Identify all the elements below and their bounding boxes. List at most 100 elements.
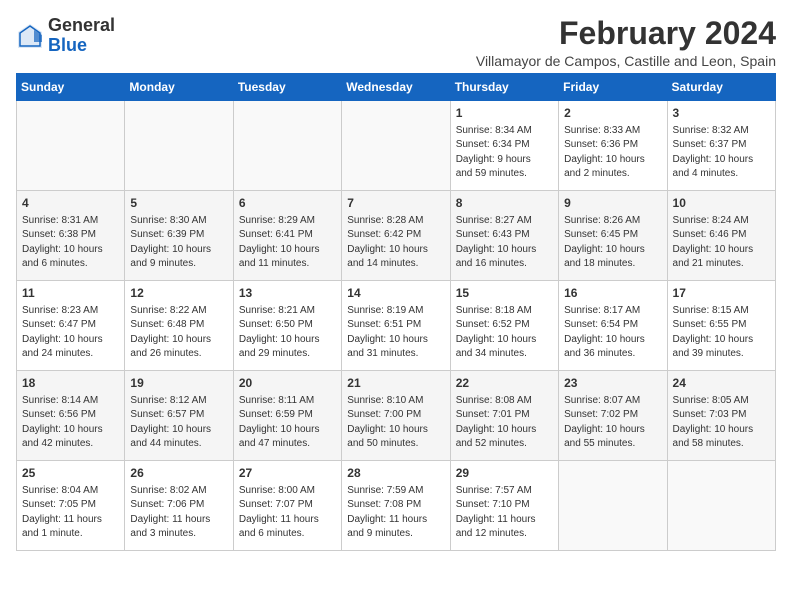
day-info: Sunrise: 7:57 AM Sunset: 7:10 PM Dayligh… xyxy=(456,484,553,542)
calendar-cell xyxy=(17,101,125,191)
day-info: Sunrise: 8:04 AM Sunset: 7:05 PM Dayligh… xyxy=(22,484,119,542)
calendar-cell: 10 Sunrise: 8:24 AM Sunset: 6:46 PM Dayli… xyxy=(667,191,775,281)
day-number: 4 xyxy=(22,195,119,212)
calendar-cell: 23Sunrise: 8:07 AM Sunset: 7:02 PM Dayli… xyxy=(559,371,667,461)
day-info: Sunrise: 8:10 AM Sunset: 7:00 PM Dayligh… xyxy=(347,394,444,452)
day-number: 21 xyxy=(347,375,444,392)
day-info: Sunrise: 8:31 AM Sunset: 6:38 PM Dayligh… xyxy=(22,214,119,272)
day-info: Sunrise: 8:21 AM Sunset: 6:50 PM Dayligh… xyxy=(239,304,336,362)
weekday-header-tuesday: Tuesday xyxy=(233,74,341,101)
calendar-cell: 28 Sunrise: 7:59 AM Sunset: 7:08 PM Dayli… xyxy=(342,461,450,551)
calendar-cell: 6 Sunrise: 8:29 AM Sunset: 6:41 PM Daylig… xyxy=(233,191,341,281)
day-info: Sunrise: 8:05 AM Sunset: 7:03 PM Dayligh… xyxy=(673,394,770,452)
calendar-table: SundayMondayTuesdayWednesdayThursdayFrid… xyxy=(16,73,776,551)
day-number: 29 xyxy=(456,465,553,482)
calendar-cell: 29 Sunrise: 7:57 AM Sunset: 7:10 PM Dayli… xyxy=(450,461,558,551)
day-info: Sunrise: 8:19 AM Sunset: 6:51 PM Dayligh… xyxy=(347,304,444,362)
day-number: 9 xyxy=(564,195,661,212)
calendar-body: 1Sunrise: 8:34 AM Sunset: 6:34 PM Daylig… xyxy=(17,101,776,551)
day-info: Sunrise: 8:07 AM Sunset: 7:02 PM Dayligh… xyxy=(564,394,661,452)
calendar-cell: 3 Sunrise: 8:32 AM Sunset: 6:37 PM Daylig… xyxy=(667,101,775,191)
week-row-1: 1Sunrise: 8:34 AM Sunset: 6:34 PM Daylig… xyxy=(17,101,776,191)
day-info: Sunrise: 8:18 AM Sunset: 6:52 PM Dayligh… xyxy=(456,304,553,362)
calendar-cell: 17 Sunrise: 8:15 AM Sunset: 6:55 PM Dayli… xyxy=(667,281,775,371)
weekday-header-wednesday: Wednesday xyxy=(342,74,450,101)
day-number: 14 xyxy=(347,285,444,302)
calendar-cell: 14 Sunrise: 8:19 AM Sunset: 6:51 PM Dayli… xyxy=(342,281,450,371)
day-info: Sunrise: 8:24 AM Sunset: 6:46 PM Dayligh… xyxy=(673,214,770,272)
day-info: Sunrise: 8:32 AM Sunset: 6:37 PM Dayligh… xyxy=(673,124,770,182)
title-block: February 2024 Villamayor de Campos, Cast… xyxy=(476,16,776,69)
page-header: General Blue February 2024 Villamayor de… xyxy=(16,16,776,69)
day-info: Sunrise: 8:15 AM Sunset: 6:55 PM Dayligh… xyxy=(673,304,770,362)
weekday-header-monday: Monday xyxy=(125,74,233,101)
calendar-cell: 27Sunrise: 8:00 AM Sunset: 7:07 PM Dayli… xyxy=(233,461,341,551)
day-info: Sunrise: 8:17 AM Sunset: 6:54 PM Dayligh… xyxy=(564,304,661,362)
calendar-cell: 12 Sunrise: 8:22 AM Sunset: 6:48 PM Dayli… xyxy=(125,281,233,371)
calendar-cell: 2 Sunrise: 8:33 AM Sunset: 6:36 PM Daylig… xyxy=(559,101,667,191)
calendar-cell xyxy=(125,101,233,191)
calendar-cell: 8 Sunrise: 8:27 AM Sunset: 6:43 PM Daylig… xyxy=(450,191,558,281)
calendar-cell xyxy=(559,461,667,551)
calendar-cell xyxy=(667,461,775,551)
day-number: 2 xyxy=(564,105,661,122)
calendar-cell: 20 Sunrise: 8:11 AM Sunset: 6:59 PM Dayli… xyxy=(233,371,341,461)
week-row-2: 4 Sunrise: 8:31 AM Sunset: 6:38 PM Daylig… xyxy=(17,191,776,281)
day-info: Sunrise: 8:33 AM Sunset: 6:36 PM Dayligh… xyxy=(564,124,661,182)
calendar-cell: 19 Sunrise: 8:12 AM Sunset: 6:57 PM Dayli… xyxy=(125,371,233,461)
calendar-cell: 21 Sunrise: 8:10 AM Sunset: 7:00 PM Dayli… xyxy=(342,371,450,461)
calendar-cell: 1Sunrise: 8:34 AM Sunset: 6:34 PM Daylig… xyxy=(450,101,558,191)
calendar-cell xyxy=(233,101,341,191)
calendar-cell: 13 Sunrise: 8:21 AM Sunset: 6:50 PM Dayli… xyxy=(233,281,341,371)
day-number: 13 xyxy=(239,285,336,302)
calendar-cell: 15Sunrise: 8:18 AM Sunset: 6:52 PM Dayli… xyxy=(450,281,558,371)
day-number: 12 xyxy=(130,285,227,302)
day-number: 17 xyxy=(673,285,770,302)
calendar-cell: 16Sunrise: 8:17 AM Sunset: 6:54 PM Dayli… xyxy=(559,281,667,371)
day-info: Sunrise: 8:12 AM Sunset: 6:57 PM Dayligh… xyxy=(130,394,227,452)
day-info: Sunrise: 8:30 AM Sunset: 6:39 PM Dayligh… xyxy=(130,214,227,272)
day-info: Sunrise: 8:27 AM Sunset: 6:43 PM Dayligh… xyxy=(456,214,553,272)
day-number: 26 xyxy=(130,465,227,482)
day-number: 22 xyxy=(456,375,553,392)
calendar-cell: 18Sunrise: 8:14 AM Sunset: 6:56 PM Dayli… xyxy=(17,371,125,461)
day-number: 3 xyxy=(673,105,770,122)
day-number: 25 xyxy=(22,465,119,482)
day-number: 24 xyxy=(673,375,770,392)
calendar-cell xyxy=(342,101,450,191)
day-number: 27 xyxy=(239,465,336,482)
calendar-subtitle: Villamayor de Campos, Castille and Leon,… xyxy=(476,53,776,69)
day-info: Sunrise: 8:34 AM Sunset: 6:34 PM Dayligh… xyxy=(456,124,553,182)
day-number: 11 xyxy=(22,285,119,302)
weekday-header-thursday: Thursday xyxy=(450,74,558,101)
day-number: 28 xyxy=(347,465,444,482)
day-info: Sunrise: 8:26 AM Sunset: 6:45 PM Dayligh… xyxy=(564,214,661,272)
calendar-cell: 5Sunrise: 8:30 AM Sunset: 6:39 PM Daylig… xyxy=(125,191,233,281)
day-info: Sunrise: 8:28 AM Sunset: 6:42 PM Dayligh… xyxy=(347,214,444,272)
day-info: Sunrise: 7:59 AM Sunset: 7:08 PM Dayligh… xyxy=(347,484,444,542)
weekday-header-saturday: Saturday xyxy=(667,74,775,101)
day-number: 8 xyxy=(456,195,553,212)
day-number: 6 xyxy=(239,195,336,212)
calendar-title: February 2024 xyxy=(476,16,776,51)
day-number: 10 xyxy=(673,195,770,212)
calendar-cell: 25 Sunrise: 8:04 AM Sunset: 7:05 PM Dayli… xyxy=(17,461,125,551)
day-number: 20 xyxy=(239,375,336,392)
day-info: Sunrise: 8:23 AM Sunset: 6:47 PM Dayligh… xyxy=(22,304,119,362)
logo: General Blue xyxy=(16,16,115,56)
weekday-header-friday: Friday xyxy=(559,74,667,101)
logo-text: General Blue xyxy=(48,16,115,56)
week-row-3: 11 Sunrise: 8:23 AM Sunset: 6:47 PM Dayli… xyxy=(17,281,776,371)
weekday-header-row: SundayMondayTuesdayWednesdayThursdayFrid… xyxy=(17,74,776,101)
weekday-header-sunday: Sunday xyxy=(17,74,125,101)
day-number: 19 xyxy=(130,375,227,392)
day-info: Sunrise: 8:22 AM Sunset: 6:48 PM Dayligh… xyxy=(130,304,227,362)
calendar-cell: 11 Sunrise: 8:23 AM Sunset: 6:47 PM Dayli… xyxy=(17,281,125,371)
calendar-header: SundayMondayTuesdayWednesdayThursdayFrid… xyxy=(17,74,776,101)
day-info: Sunrise: 8:29 AM Sunset: 6:41 PM Dayligh… xyxy=(239,214,336,272)
day-info: Sunrise: 8:11 AM Sunset: 6:59 PM Dayligh… xyxy=(239,394,336,452)
calendar-cell: 4 Sunrise: 8:31 AM Sunset: 6:38 PM Daylig… xyxy=(17,191,125,281)
week-row-5: 25 Sunrise: 8:04 AM Sunset: 7:05 PM Dayli… xyxy=(17,461,776,551)
day-number: 7 xyxy=(347,195,444,212)
logo-icon xyxy=(16,22,44,50)
